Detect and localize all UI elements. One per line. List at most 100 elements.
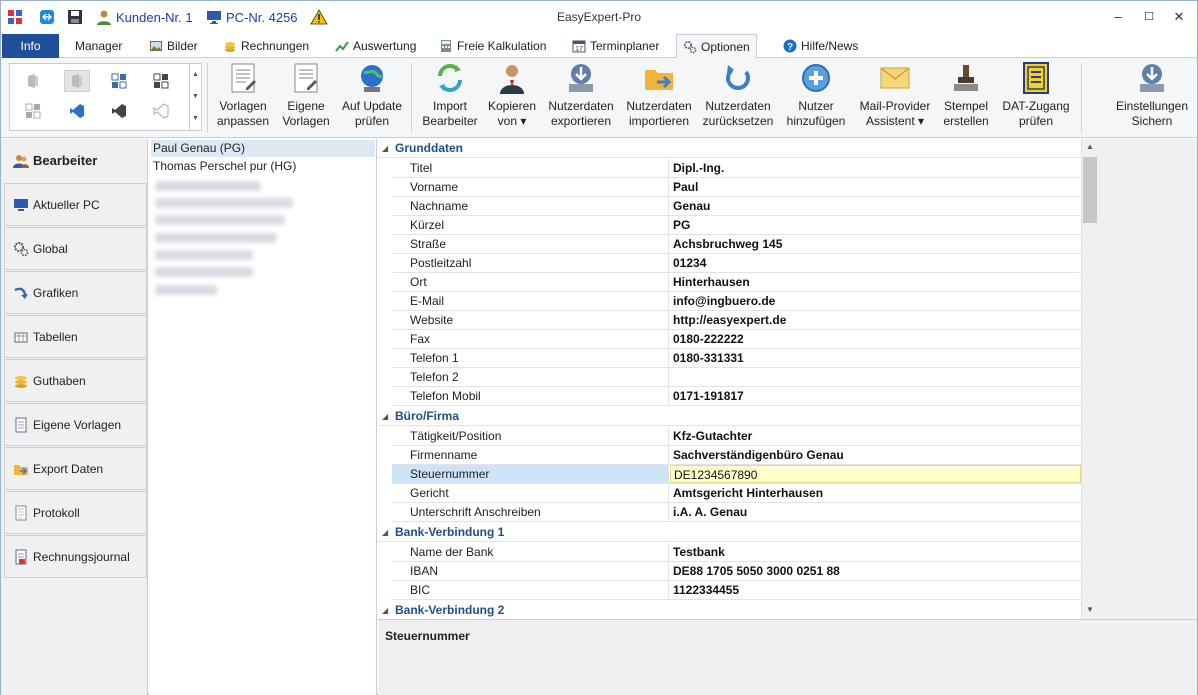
scrollbar-thumb[interactable] (1083, 157, 1097, 223)
property-value[interactable]: PG (670, 216, 1081, 234)
tab-bilder[interactable]: Bilder (143, 34, 204, 58)
property-row-website[interactable]: Website http://easyexpert.de (392, 311, 1081, 330)
property-row-bic[interactable]: BIC 1122334455 (392, 581, 1081, 600)
tab-terminplaner[interactable]: 17 Terminplaner (566, 34, 665, 58)
chevron-up-icon[interactable]: ▲ (1082, 139, 1098, 155)
property-row-nachname[interactable]: Nachname Genau (392, 197, 1081, 216)
windows-tiles-icon[interactable] (106, 70, 132, 92)
property-row-gericht[interactable]: Gericht Amtsgericht Hinterhausen (392, 484, 1081, 503)
collapse-triangle-icon[interactable]: ◢ (382, 139, 388, 158)
tab-freie-kalkulation[interactable]: Freie Kalkulation (433, 34, 552, 58)
nutzer-hinzufuegen-button[interactable]: Nutzer hinzufügen (783, 61, 849, 135)
property-row-unterschrift[interactable]: Unterschrift Anschreiben i.A. A. Genau (392, 503, 1081, 522)
property-value[interactable]: Sachverständigenbüro Genau (670, 446, 1081, 464)
property-row-fax[interactable]: Fax 0180-222222 (392, 330, 1081, 349)
tab-auswertung[interactable]: Auswertung (329, 34, 422, 58)
category-bank-verbindung-1[interactable]: ◢ Bank-Verbindung 1 (378, 523, 1081, 542)
import-bearbeiter-button[interactable]: Import Bearbeiter (420, 61, 480, 135)
property-row-postleitzahl[interactable]: Postleitzahl 01234 (392, 254, 1081, 273)
list-item-user[interactable]: Thomas Perschel pur (HG) (151, 158, 375, 175)
nav-global[interactable]: Global (4, 227, 147, 270)
property-row-titel[interactable]: Titel Dipl.-Ing. (392, 159, 1081, 178)
property-value[interactable] (670, 368, 1081, 386)
property-value[interactable]: i.A. A. Genau (670, 503, 1081, 521)
property-row-telefon-1[interactable]: Telefon 1 0180-331331 (392, 349, 1081, 368)
tab-hilfe-news[interactable]: ? Hilfe/News (777, 34, 864, 58)
category-bank-verbindung-2[interactable]: ◢ Bank-Verbindung 2 (378, 601, 1081, 619)
nav-aktueller-pc[interactable]: Aktueller PC (4, 183, 147, 226)
close-icon[interactable]: ✕ (1169, 7, 1189, 27)
office-icon[interactable] (20, 70, 46, 92)
property-value[interactable]: 0180-331331 (670, 349, 1081, 367)
nav-protokoll[interactable]: Protokoll (4, 491, 147, 534)
property-value[interactable]: 0171-191817 (670, 387, 1081, 405)
property-row-iban[interactable]: IBAN DE88 1705 5050 3000 0251 88 (392, 562, 1081, 581)
property-value[interactable]: Achsbruchweg 145 (670, 235, 1081, 253)
maximize-icon[interactable]: ☐ (1139, 7, 1159, 27)
vorlagen-anpassen-button[interactable]: Vorlagen anpassen (214, 61, 272, 135)
property-value[interactable]: Hinterhausen (670, 273, 1081, 291)
nutzerdaten-zuruecksetzen-button[interactable]: Nutzerdaten zurücksetzen (702, 61, 774, 135)
grid-scrollbar[interactable]: ▲ ▼ (1081, 139, 1098, 619)
eigene-vorlagen-button[interactable]: Eigene Vorlagen (281, 61, 331, 135)
nutzerdaten-exportieren-button[interactable]: Nutzerdaten exportieren (547, 61, 615, 135)
property-value[interactable]: Paul (670, 178, 1081, 196)
tab-manager[interactable]: Manager (69, 34, 128, 58)
list-item-user-selected[interactable]: Paul Genau (PG) (151, 140, 375, 157)
kopieren-von-button[interactable]: Kopieren von ▾ (485, 61, 539, 135)
property-value[interactable]: Amtsgericht Hinterhausen (670, 484, 1081, 502)
tab-info[interactable]: Info (2, 34, 59, 58)
visual-studio-icon[interactable] (106, 100, 132, 122)
chevron-down-icon[interactable]: ▼ (190, 86, 201, 108)
property-value[interactable]: info@ingbuero.de (670, 292, 1081, 310)
windows-tiles-icon[interactable] (20, 100, 46, 122)
stempel-erstellen-button[interactable]: Stempel erstellen (941, 61, 991, 135)
theme-gallery[interactable]: ▲ ▼ ▼ (9, 63, 202, 131)
nav-bearbeiter[interactable]: Bearbeiter (4, 139, 147, 182)
property-value[interactable]: 01234 (670, 254, 1081, 272)
office-icon[interactable] (64, 70, 90, 92)
nav-eigene-vorlagen[interactable]: Eigene Vorlagen (4, 403, 147, 446)
property-value[interactable]: 0180-222222 (670, 330, 1081, 348)
collapse-triangle-icon[interactable]: ◢ (382, 601, 388, 619)
property-row-email[interactable]: E-Mail info@ingbuero.de (392, 292, 1081, 311)
collapse-triangle-icon[interactable]: ◢ (382, 523, 388, 542)
property-row-ort[interactable]: Ort Hinterhausen (392, 273, 1081, 292)
property-row-steuernummer[interactable]: Steuernummer DE1234567890 (392, 465, 1081, 484)
nutzerdaten-importieren-button[interactable]: Nutzerdaten importieren (623, 61, 695, 135)
property-value[interactable]: Testbank (670, 543, 1081, 561)
property-value[interactable]: DE88 1705 5050 3000 0251 88 (670, 562, 1081, 580)
property-value[interactable]: 1122334455 (670, 581, 1081, 599)
windows-tiles-icon[interactable] (148, 70, 174, 92)
visual-studio-icon[interactable] (148, 100, 174, 122)
property-value[interactable]: Kfz-Gutachter (670, 427, 1081, 445)
property-row-strasse[interactable]: Straße Achsbruchweg 145 (392, 235, 1081, 254)
property-row-telefon-2[interactable]: Telefon 2 (392, 368, 1081, 387)
tab-optionen[interactable]: Optionen (676, 34, 757, 59)
mail-provider-assistent-button[interactable]: Mail-Provider Assistent ▾ (857, 61, 933, 135)
property-value[interactable]: Genau (670, 197, 1081, 215)
nav-export-daten[interactable]: Export Daten (4, 447, 147, 490)
nav-guthaben[interactable]: Guthaben (4, 359, 147, 402)
property-value[interactable]: Dipl.-Ing. (670, 159, 1081, 177)
property-value-editor[interactable]: DE1234567890 (670, 465, 1081, 483)
auf-update-pruefen-button[interactable]: Auf Update prüfen (339, 61, 405, 135)
category-buero-firma[interactable]: ◢ Büro/Firma (378, 407, 1081, 426)
gallery-expand-icon[interactable]: ▼ (190, 108, 201, 130)
property-row-vorname[interactable]: Vorname Paul (392, 178, 1081, 197)
property-row-taetigkeit[interactable]: Tätigkeit/Position Kfz-Gutachter (392, 427, 1081, 446)
nav-grafiken[interactable]: Grafiken (4, 271, 147, 314)
chevron-down-icon[interactable]: ▼ (1082, 602, 1098, 618)
collapse-triangle-icon[interactable]: ◢ (382, 407, 388, 426)
nav-tabellen[interactable]: Tabellen (4, 315, 147, 358)
visual-studio-icon[interactable] (64, 100, 90, 122)
minimize-icon[interactable]: – (1108, 7, 1128, 27)
property-row-firmenname[interactable]: Firmenname Sachverständigenbüro Genau (392, 446, 1081, 465)
category-grunddaten[interactable]: ◢ Grunddaten (378, 139, 1081, 158)
einstellungen-sichern-button[interactable]: Einstellungen Sichern (1113, 61, 1191, 135)
gallery-scroll[interactable]: ▲ ▼ ▼ (189, 64, 201, 130)
chevron-up-icon[interactable]: ▲ (190, 64, 201, 86)
dat-zugang-pruefen-button[interactable]: DAT-Zugang prüfen (997, 61, 1075, 135)
property-row-name-der-bank[interactable]: Name der Bank Testbank (392, 543, 1081, 562)
nav-rechnungsjournal[interactable]: Rechnungsjournal (4, 535, 147, 578)
